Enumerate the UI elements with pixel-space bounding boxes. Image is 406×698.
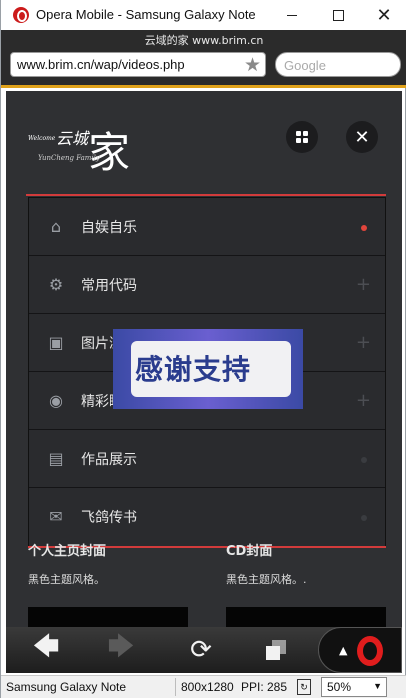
close-icon: ✕ — [354, 126, 370, 148]
close-window-button[interactable]: ✕ — [361, 0, 406, 30]
zoom-value: 50% — [327, 680, 352, 694]
close-menu-button[interactable]: ✕ — [346, 121, 378, 153]
ppi-text: PPI: 285 — [241, 680, 288, 694]
menu-item-label: 飞鸽传书 — [81, 510, 137, 526]
banner-text: 感谢支持 — [135, 353, 252, 386]
search-input[interactable] — [284, 56, 394, 74]
expand-plus-icon[interactable]: + — [356, 332, 371, 353]
menu-item-label: 自娱自乐 — [81, 220, 137, 236]
menu-item-label: 作品展示 — [81, 452, 137, 468]
menu-item-yule[interactable]: ⌂ 自娱自乐 — [29, 198, 385, 256]
maximize-icon — [332, 9, 344, 21]
inactive-dot — [361, 457, 367, 463]
tabs-button[interactable] — [246, 627, 306, 673]
url-text[interactable]: www.brim.cn/wap/videos.php — [17, 57, 185, 72]
menu-item-messages[interactable]: ✉ 飞鸽传书 — [29, 488, 385, 546]
search-box[interactable] — [275, 52, 401, 77]
browser-chrome: 云域的家 www.brim.cn www.brim.cn/wap/videos.… — [1, 30, 406, 88]
logo-char: 家 — [88, 128, 131, 177]
divider — [26, 194, 386, 196]
card-thumbnail[interactable] — [28, 607, 188, 627]
maximize-button[interactable] — [315, 0, 361, 30]
image-icon: ▣ — [48, 333, 64, 352]
chevron-up-icon: ▲ — [339, 644, 348, 657]
reload-icon: ⟳ — [190, 635, 212, 665]
logo-subtitle: YunCheng Family — [38, 154, 100, 162]
thanks-banner: 感谢支持 — [113, 329, 303, 409]
logo-name: 云城 — [56, 129, 89, 148]
forward-arrow-icon: 🡆 — [107, 632, 135, 662]
card-description: 黑色主题风格。 — [28, 573, 105, 586]
divider — [175, 678, 176, 696]
home-icon: ⌂ — [50, 217, 62, 236]
back-arrow-icon: 🡄 — [32, 632, 60, 662]
card-title[interactable]: 个人主页封面 — [28, 540, 106, 559]
page-title: 云域的家 www.brim.cn — [144, 34, 264, 47]
back-button[interactable]: 🡄 — [16, 627, 76, 673]
reload-button[interactable]: ⟳ — [171, 627, 231, 673]
mail-icon: ✉ — [49, 507, 63, 526]
resolution-text: 800x1280 — [181, 680, 234, 694]
active-dot — [361, 225, 367, 231]
window-title: Opera Mobile - Samsung Galaxy Note — [36, 7, 256, 22]
opera-logo-icon — [357, 636, 383, 666]
minimize-icon — [287, 14, 297, 16]
camera-icon: ◉ — [49, 391, 63, 410]
opera-menu-button[interactable]: ▲ — [318, 627, 402, 673]
card-title[interactable]: CD封面 — [226, 540, 272, 559]
site-logo[interactable]: Welcome 云城 家 YunCheng Family — [28, 121, 148, 177]
rotate-icon[interactable]: ↻ — [297, 679, 311, 695]
device-name: Samsung Galaxy Note — [6, 680, 127, 694]
zoom-select[interactable]: 50% ▼ — [321, 677, 387, 697]
inactive-dot — [361, 515, 367, 521]
menu-item-code[interactable]: ⚙ 常用代码 + — [29, 256, 385, 314]
minimize-button[interactable] — [269, 0, 315, 30]
grid-menu-button[interactable] — [286, 121, 318, 153]
menu-item-works[interactable]: ▤ 作品展示 — [29, 430, 385, 488]
chevron-down-icon: ▼ — [373, 681, 382, 691]
card-thumbnail[interactable] — [226, 607, 386, 627]
expand-plus-icon[interactable]: + — [356, 274, 371, 295]
film-icon: ▤ — [48, 449, 64, 468]
window-titlebar: Opera Mobile - Samsung Galaxy Note ✕ — [1, 0, 406, 30]
expand-plus-icon[interactable]: + — [356, 390, 371, 411]
bookmark-star-icon[interactable]: ★ — [244, 54, 261, 76]
menu-item-label: 常用代码 — [81, 278, 137, 294]
tabs-icon — [266, 640, 286, 660]
logo-welcome-text: Welcome — [28, 135, 56, 142]
emulator-statusbar: Samsung Galaxy Note 800x1280 PPI: 285 ↻ … — [1, 675, 406, 698]
card-description: 黑色主题风格。. — [226, 573, 307, 586]
grid-icon — [296, 131, 308, 143]
opera-app-icon — [13, 7, 29, 23]
forward-button[interactable]: 🡆 — [91, 627, 151, 673]
emulator-window: Opera Mobile - Samsung Galaxy Note ✕ 云域的… — [0, 0, 406, 698]
page-viewport: Welcome 云城 家 YunCheng Family ✕ ⌂ 自娱自乐 ⚙ … — [6, 91, 402, 627]
address-bar[interactable]: www.brim.cn/wap/videos.php ★ — [10, 52, 266, 77]
close-icon: ✕ — [376, 4, 392, 26]
gear-icon: ⚙ — [48, 275, 64, 294]
browser-navbar: 🡄 🡆 ⟳ ▲ — [6, 627, 402, 673]
